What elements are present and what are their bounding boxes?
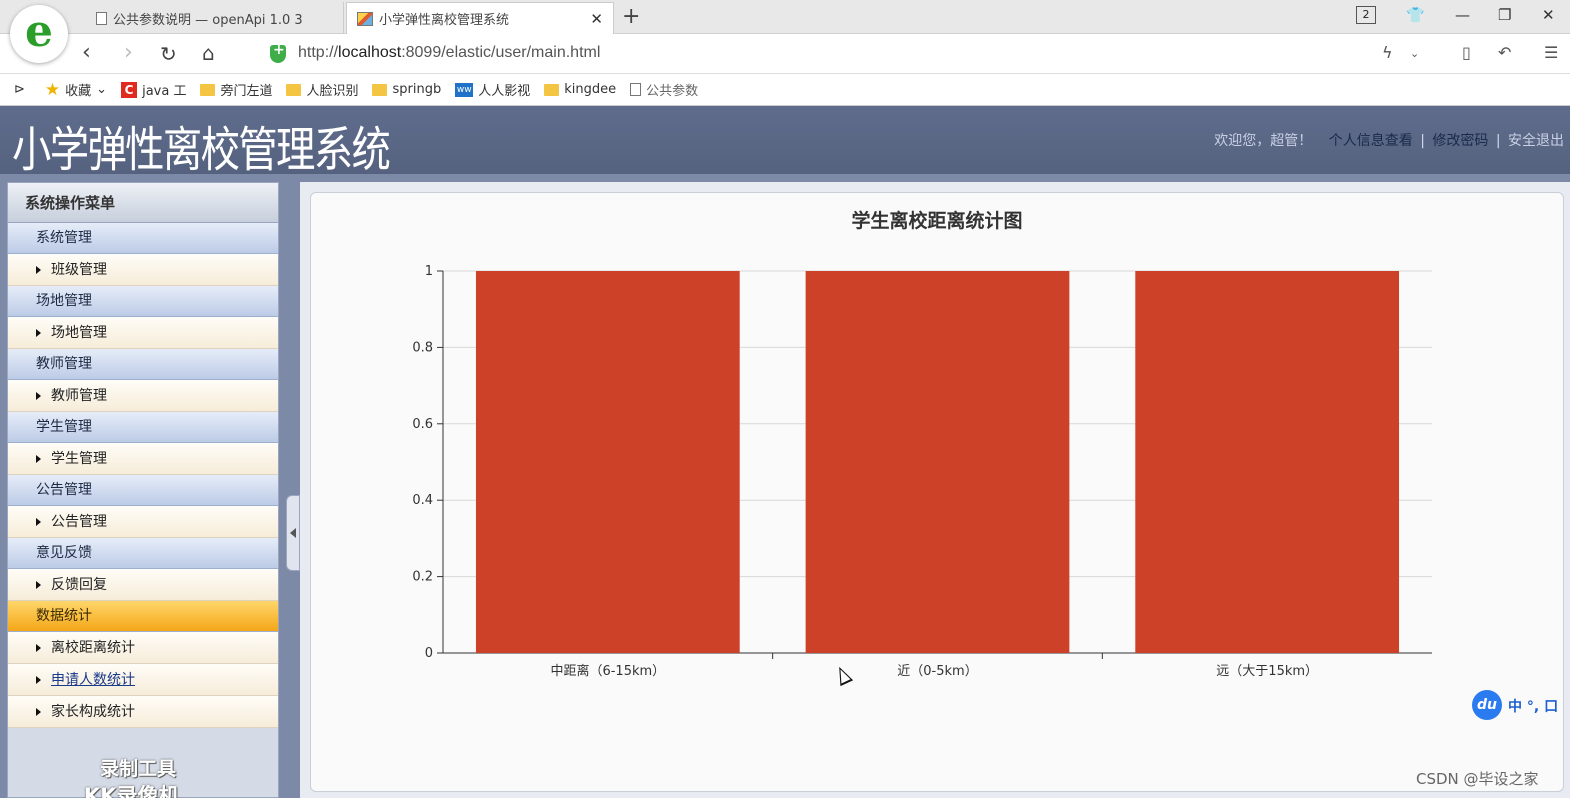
y-tick-label: 0.2	[412, 570, 433, 585]
y-tick-label: 0.8	[412, 340, 433, 355]
bar-chart: 0 0.2 0.4 0.6 0.8 1 中距离（6-15km） 近（0-5km） 远（大于15k…	[412, 264, 1432, 679]
ime-toolbar[interactable]: 中 °, 口	[1508, 696, 1558, 716]
bar	[1135, 271, 1400, 653]
x-tick-label: 远（大于15km）	[1216, 664, 1318, 679]
y-tick-label: 0	[425, 646, 433, 661]
x-tick-label: 中距离（6-15km）	[550, 663, 665, 679]
browser-e-icon: e	[25, 6, 53, 57]
y-tick-label: 1	[425, 264, 433, 279]
y-tick-label: 0.4	[412, 493, 433, 508]
browser-logo[interactable]: e	[10, 5, 68, 63]
bar	[475, 271, 740, 653]
y-tick-label: 0.6	[412, 417, 433, 432]
baidu-ime-icon[interactable]: du	[1472, 690, 1502, 720]
x-tick-label: 近（0-5km）	[897, 664, 977, 679]
bar	[805, 271, 1070, 653]
csdn-watermark: CSDN @毕设之家	[1416, 770, 1539, 788]
